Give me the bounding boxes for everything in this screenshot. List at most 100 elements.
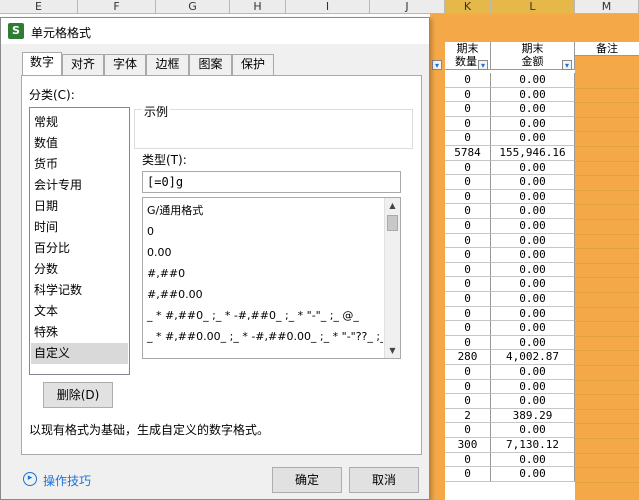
- cell-k[interactable]: 0: [445, 452, 491, 468]
- format-item[interactable]: 0.00: [143, 242, 383, 263]
- cell-l[interactable]: 0.00: [491, 102, 575, 117]
- cell-l[interactable]: 0.00: [491, 73, 575, 88]
- category-date[interactable]: 日期: [31, 196, 128, 217]
- cell-k[interactable]: 0: [445, 87, 491, 103]
- cell-l[interactable]: 0.00: [491, 131, 575, 146]
- cell-k[interactable]: 0: [445, 306, 491, 322]
- cell-k[interactable]: 0: [445, 394, 491, 409]
- tab-protection[interactable]: 保护: [232, 54, 274, 75]
- scroll-down-arrow-icon[interactable]: ▼: [385, 343, 400, 358]
- cell-l[interactable]: 0.00: [491, 394, 575, 409]
- cell-k[interactable]: 0: [445, 175, 491, 190]
- cell-l[interactable]: 4,002.87: [491, 350, 575, 365]
- help-icon[interactable]: ▸: [23, 472, 37, 486]
- cell-l[interactable]: 0.00: [491, 335, 575, 351]
- cell-l[interactable]: 0.00: [491, 379, 575, 395]
- cell-k[interactable]: 0: [445, 248, 491, 263]
- category-accounting[interactable]: 会计专用: [31, 175, 128, 196]
- delete-button[interactable]: 删除(D): [43, 382, 113, 408]
- format-item[interactable]: _ * #,##0_ ;_ * -#,##0_ ;_ * "-"_ ;_ @_: [143, 305, 383, 326]
- cell-k[interactable]: 0: [445, 131, 491, 146]
- cell-k[interactable]: 300: [445, 438, 491, 453]
- cell-l[interactable]: 389.29: [491, 408, 575, 424]
- column-header-l[interactable]: L: [491, 0, 575, 14]
- tab-border[interactable]: 边框: [146, 54, 189, 75]
- tab-alignment[interactable]: 对齐: [62, 54, 104, 75]
- cell-k[interactable]: 0: [445, 219, 491, 234]
- filter-dropdown-icon[interactable]: ▾: [478, 60, 488, 70]
- format-item[interactable]: _ * #,##0.00_ ;_ * -#,##0.00_ ;_ * "-"??…: [143, 326, 383, 347]
- category-number[interactable]: 数值: [31, 133, 128, 154]
- category-text[interactable]: 文本: [31, 301, 128, 322]
- tips-link[interactable]: 操作技巧: [43, 472, 91, 489]
- cell-k[interactable]: 0: [445, 467, 491, 482]
- cell-l[interactable]: 0.00: [491, 116, 575, 132]
- category-time[interactable]: 时间: [31, 217, 128, 238]
- tab-pattern[interactable]: 图案: [189, 54, 232, 75]
- cell-l[interactable]: 0.00: [491, 277, 575, 292]
- filter-dropdown-icon[interactable]: ▾: [432, 60, 442, 70]
- column-header-g[interactable]: G: [156, 0, 230, 14]
- cell-k[interactable]: 0: [445, 335, 491, 351]
- format-item[interactable]: 0: [143, 221, 383, 242]
- cell-k[interactable]: 0: [445, 189, 491, 205]
- cell-l[interactable]: 0.00: [491, 467, 575, 482]
- cell-k[interactable]: 0: [445, 204, 491, 219]
- format-item[interactable]: G/通用格式: [143, 200, 383, 221]
- cell-l[interactable]: 0.00: [491, 306, 575, 322]
- column-header-j[interactable]: J: [370, 0, 445, 14]
- cell-l[interactable]: 0.00: [491, 160, 575, 176]
- cell-k[interactable]: 0: [445, 423, 491, 438]
- cell-k[interactable]: 0: [445, 321, 491, 336]
- cell-k[interactable]: 0: [445, 379, 491, 395]
- dialog-titlebar[interactable]: S 单元格格式: [1, 18, 429, 44]
- format-item[interactable]: #,##0: [143, 263, 383, 284]
- column-header-k[interactable]: K: [445, 0, 491, 14]
- cell-k[interactable]: 0: [445, 277, 491, 292]
- category-list[interactable]: 常规 数值 货币 会计专用 日期 时间 百分比 分数 科学记数 文本 特殊 自定…: [29, 107, 130, 375]
- category-general[interactable]: 常规: [31, 112, 128, 133]
- type-input[interactable]: [=0]g: [142, 171, 401, 193]
- cell-k[interactable]: 0: [445, 292, 491, 307]
- category-special[interactable]: 特殊: [31, 322, 128, 343]
- cell-k[interactable]: 0: [445, 262, 491, 278]
- cell-l[interactable]: 0.00: [491, 233, 575, 249]
- tab-font[interactable]: 字体: [104, 54, 146, 75]
- cell-l[interactable]: 0.00: [491, 219, 575, 234]
- scroll-thumb[interactable]: [387, 215, 398, 231]
- cell-l[interactable]: 0.00: [491, 292, 575, 307]
- format-list-scrollbar[interactable]: ▲ ▼: [384, 198, 400, 358]
- cell-l[interactable]: 0.00: [491, 262, 575, 278]
- cell-l[interactable]: 0.00: [491, 321, 575, 336]
- category-scientific[interactable]: 科学记数: [31, 280, 128, 301]
- cell-l[interactable]: 0.00: [491, 87, 575, 103]
- cell-l[interactable]: 0.00: [491, 248, 575, 263]
- cell-l[interactable]: 155,946.16: [491, 146, 575, 161]
- cell-l[interactable]: 0.00: [491, 189, 575, 205]
- header-cell-m[interactable]: 备注: [575, 42, 639, 56]
- cell-k[interactable]: 5784: [445, 146, 491, 161]
- cell-k[interactable]: 0: [445, 116, 491, 132]
- column-header-i[interactable]: I: [286, 0, 370, 14]
- cell-k[interactable]: 2: [445, 408, 491, 424]
- format-list[interactable]: G/通用格式 0 0.00 #,##0 #,##0.00 _ * #,##0_ …: [142, 197, 401, 359]
- category-custom[interactable]: 自定义: [31, 343, 128, 364]
- cell-k[interactable]: 0: [445, 73, 491, 88]
- filter-dropdown-icon[interactable]: ▾: [562, 60, 572, 70]
- column-header-f[interactable]: F: [78, 0, 156, 14]
- column-header-m[interactable]: M: [575, 0, 639, 14]
- cell-k[interactable]: 280: [445, 350, 491, 365]
- cell-l[interactable]: 0.00: [491, 423, 575, 438]
- cell-l[interactable]: 0.00: [491, 365, 575, 380]
- cell-l[interactable]: 0.00: [491, 175, 575, 190]
- category-currency[interactable]: 货币: [31, 154, 128, 175]
- ok-button[interactable]: 确定: [272, 467, 342, 493]
- cell-l[interactable]: 7,130.12: [491, 438, 575, 453]
- category-fraction[interactable]: 分数: [31, 259, 128, 280]
- format-item[interactable]: #,##0.00: [143, 284, 383, 305]
- cell-k[interactable]: 0: [445, 365, 491, 380]
- scroll-up-arrow-icon[interactable]: ▲: [385, 198, 400, 213]
- column-header-h[interactable]: H: [230, 0, 286, 14]
- cell-l[interactable]: 0.00: [491, 204, 575, 219]
- cell-k[interactable]: 0: [445, 102, 491, 117]
